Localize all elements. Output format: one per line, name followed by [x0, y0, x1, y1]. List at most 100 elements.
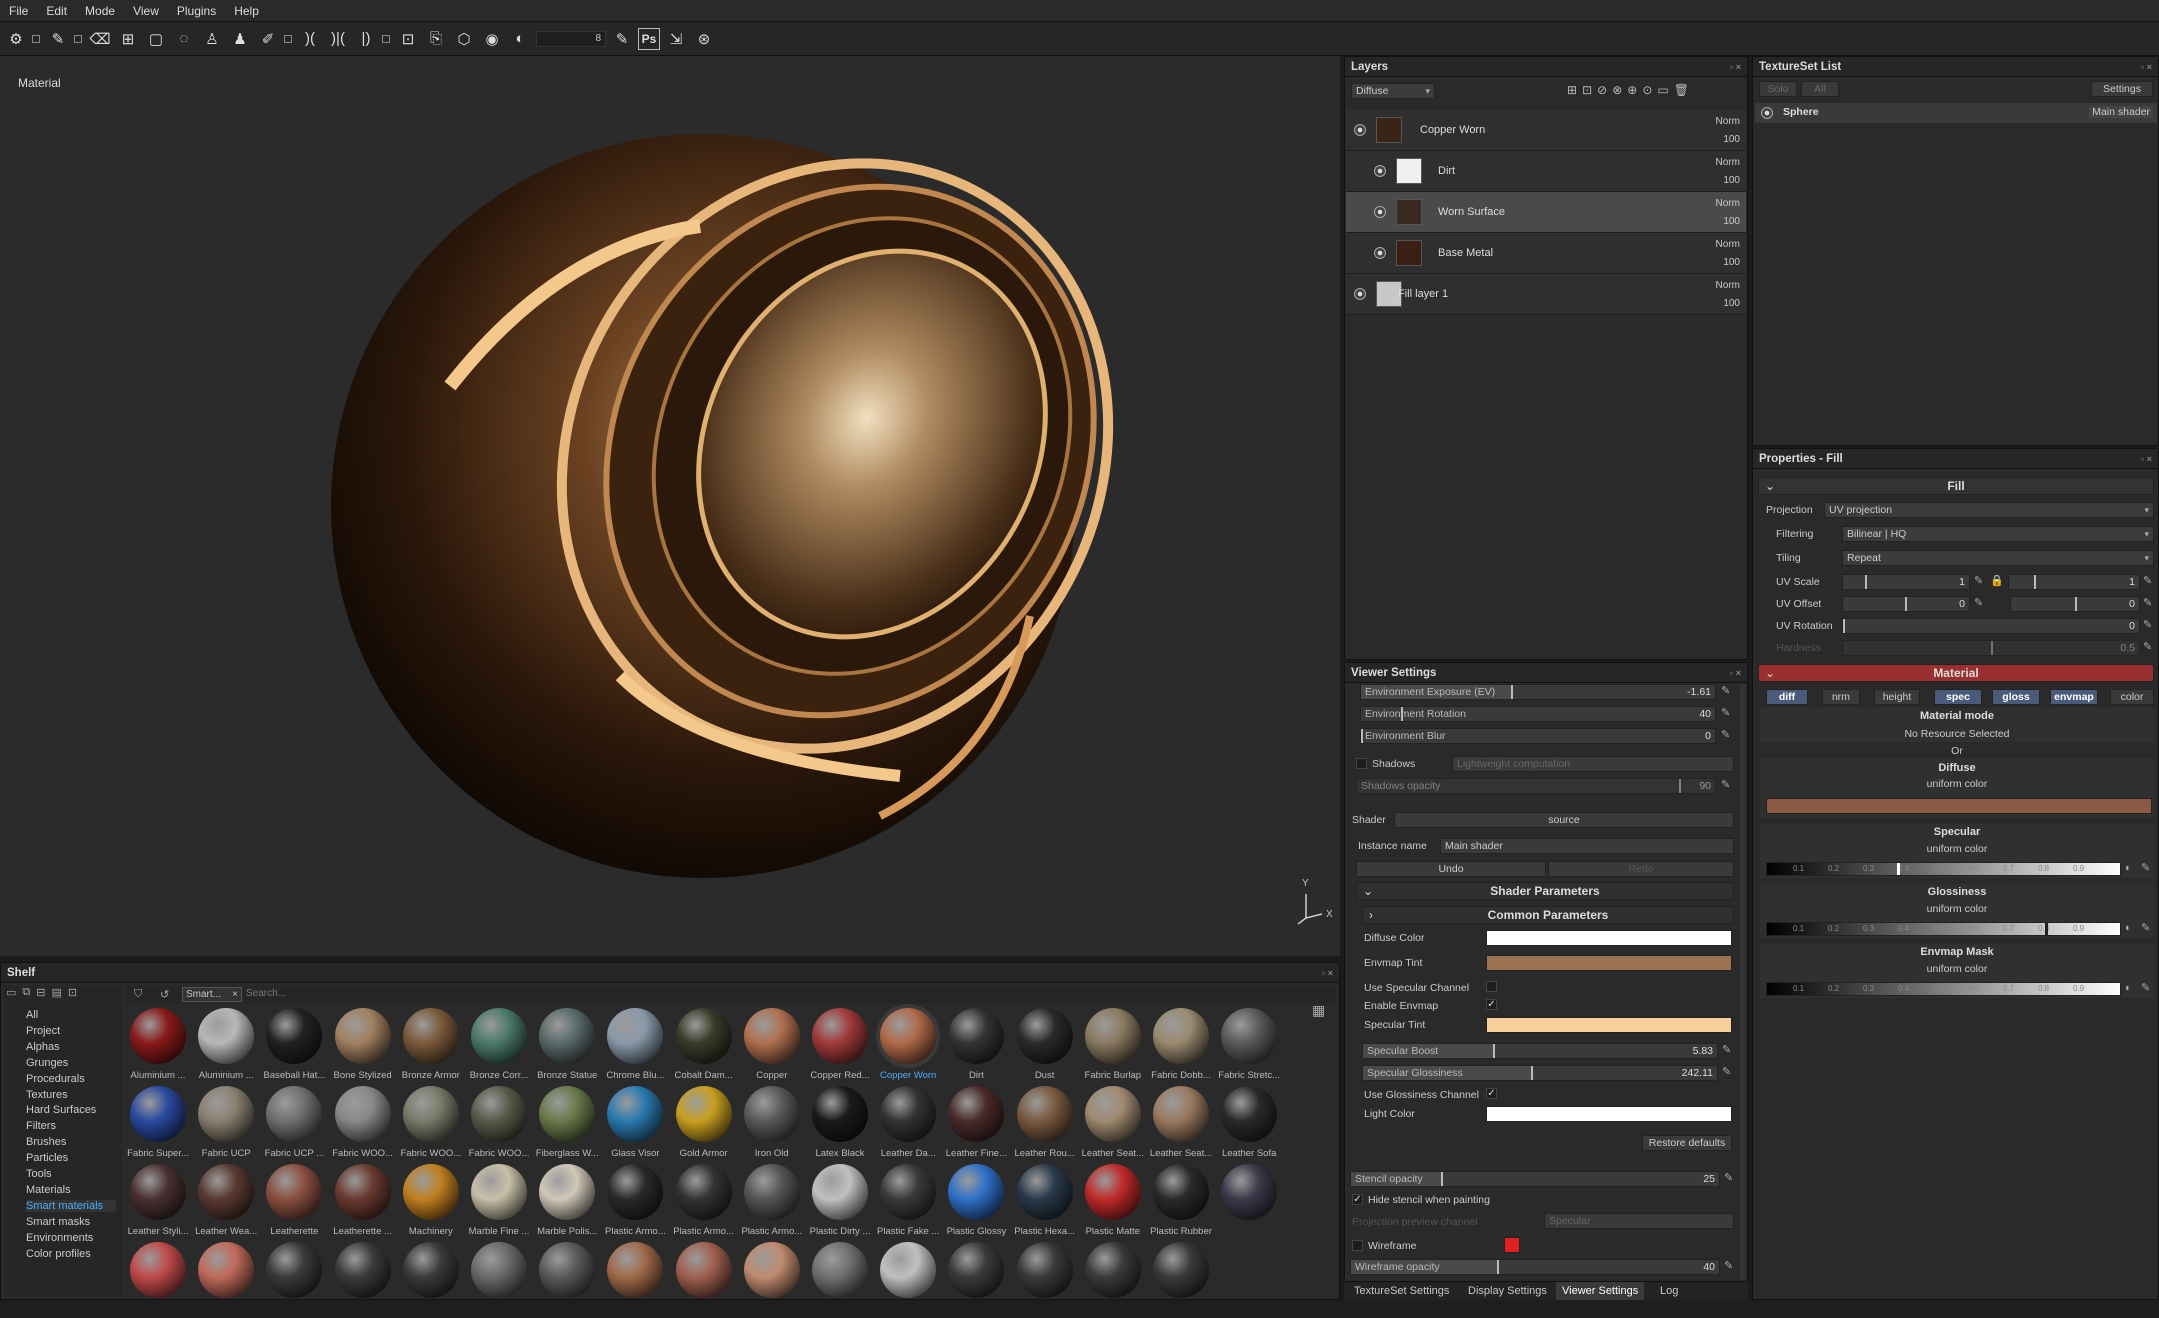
snapshot-icon[interactable]: ◉	[480, 27, 504, 51]
layer-blend-mode[interactable]: Norm	[1716, 116, 1740, 127]
shelf-category-item[interactable]: Particles	[26, 1152, 68, 1164]
add-effect-icon[interactable]: ⊡	[1582, 83, 1592, 99]
shelf-category-item[interactable]: Materials	[26, 1184, 71, 1196]
stencil-opacity-slider[interactable]: Stencil opacity 25	[1350, 1171, 1720, 1187]
fill-section-header[interactable]: ⌄ Fill	[1758, 477, 2154, 495]
material-preview-ball[interactable]	[334, 1164, 391, 1220]
material-preview-ball[interactable]	[198, 1164, 255, 1220]
material-preview-ball[interactable]	[334, 1008, 391, 1064]
material-preview-ball[interactable]	[607, 1086, 664, 1142]
folder-icon[interactable]: ▭	[6, 986, 16, 1002]
material-preview-ball[interactable]	[743, 1086, 800, 1142]
material-preview-ball[interactable]	[607, 1242, 664, 1298]
shader-parameters-header[interactable]: ⌄ Shader Parameters	[1356, 882, 1734, 900]
layer-opacity[interactable]: 100	[1723, 216, 1740, 227]
material-preview-ball[interactable]	[1084, 1086, 1141, 1142]
filter-tag[interactable]: Smart... ×	[182, 987, 242, 1002]
diffuse-color-swatch[interactable]	[1766, 798, 2152, 814]
edit-pen-icon[interactable]: ✎	[2141, 923, 2152, 934]
edit-pen-icon[interactable]: ✎	[1724, 1261, 1735, 1272]
material-preview-ball[interactable]	[198, 1242, 255, 1298]
uv-scale-v-slider[interactable]: 1	[2008, 574, 2140, 590]
material-preview-ball[interactable]	[675, 1086, 732, 1142]
shadows-opacity-slider[interactable]: Shadows opacity 90	[1356, 778, 1716, 794]
export-icon[interactable]: ⇲	[664, 27, 688, 51]
light-color-swatch[interactable]	[1486, 1106, 1732, 1122]
material-preview-ball[interactable]	[539, 1008, 596, 1064]
solo-button[interactable]: Solo	[1759, 81, 1797, 97]
material-preview-ball[interactable]	[130, 1008, 186, 1064]
material-preview-ball[interactable]	[334, 1242, 391, 1298]
layer-opacity[interactable]: 100	[1723, 175, 1740, 186]
menu-mode[interactable]: Mode	[76, 0, 124, 22]
polygon-fill-icon[interactable]: ▢	[144, 27, 168, 51]
shelf-category-item[interactable]: Tools	[26, 1168, 52, 1180]
add-group-icon[interactable]: ⊙	[1642, 83, 1652, 99]
panel-close-icon[interactable]: ▫ ×	[1322, 963, 1333, 983]
material-preview-ball[interactable]	[880, 1242, 937, 1298]
camera-frame-icon[interactable]: ⊡	[396, 27, 420, 51]
material-preview-ball[interactable]	[130, 1242, 186, 1298]
material-preview-ball[interactable]	[675, 1242, 732, 1298]
camera-icon[interactable]: ⎘	[424, 27, 448, 51]
material-preview-ball[interactable]	[266, 1008, 323, 1064]
enable-envmap-checkbox[interactable]: ✓	[1486, 999, 1497, 1010]
menu-help[interactable]: Help	[225, 0, 268, 22]
cube-icon[interactable]: ⬡	[452, 27, 476, 51]
use-specular-checkbox[interactable]	[1486, 981, 1497, 992]
hardness-slider[interactable]: 0.5	[1842, 640, 2140, 656]
shelf-category-item[interactable]: Hard Surfaces	[26, 1104, 96, 1116]
shelf-category-item[interactable]: Smart masks	[26, 1216, 90, 1228]
layer-blend-mode[interactable]: Norm	[1716, 198, 1740, 209]
eraser-icon[interactable]: ⌫	[88, 27, 112, 51]
material-section-header[interactable]: ⌄ Material	[1758, 664, 2154, 682]
visibility-icon[interactable]	[1354, 288, 1366, 300]
edit-pen-icon[interactable]: ✎	[1721, 730, 1732, 741]
edit-pen-icon[interactable]: ✎	[2143, 576, 2154, 587]
grid-view-icon[interactable]: ▦	[1312, 1002, 1325, 1019]
material-preview-ball[interactable]	[471, 1242, 527, 1298]
env-blur-slider[interactable]: Environment Blur 0	[1360, 728, 1716, 744]
restore-defaults-button[interactable]: Restore defaults	[1642, 1135, 1732, 1151]
edit-pen-icon[interactable]: ✎	[1724, 1173, 1735, 1184]
edit-pen-icon[interactable]: ✎	[2141, 863, 2152, 874]
material-preview-ball[interactable]	[1153, 1086, 1209, 1142]
shelf-category-item[interactable]: Filters	[26, 1120, 56, 1132]
layer-row[interactable]: Base Metal Norm 100	[1346, 233, 1746, 274]
menu-plugins[interactable]: Plugins	[168, 0, 225, 22]
add-fill-icon[interactable]: ⊗	[1612, 83, 1622, 99]
material-preview-ball[interactable]	[1153, 1242, 1209, 1298]
material-preview-ball[interactable]	[1084, 1164, 1141, 1220]
tool-settings-icon[interactable]: ⚙	[4, 27, 28, 51]
add-paint-layer-icon[interactable]: ⊕	[1627, 83, 1637, 99]
wireframe-opacity-slider[interactable]: Wireframe opacity 40	[1350, 1259, 1720, 1275]
layer-row[interactable]: Fill layer 1 Norm 100	[1346, 274, 1746, 315]
tool-options-icon[interactable]	[284, 34, 292, 43]
env-exposure-slider[interactable]: Environment Exposure (EV) -1.61	[1360, 684, 1716, 700]
material-preview-ball[interactable]	[812, 1008, 868, 1064]
layer-blend-mode[interactable]: Norm	[1716, 280, 1740, 291]
textureset-shader[interactable]: Main shader	[2089, 106, 2153, 118]
material-preview-ball[interactable]	[948, 1008, 1005, 1064]
tiling-select[interactable]: Repeat	[1842, 550, 2154, 566]
material-preview-ball[interactable]	[402, 1164, 459, 1220]
tab-display-settings[interactable]: Display Settings	[1468, 1285, 1547, 1297]
panel-close-icon[interactable]: ▫ ×	[2141, 57, 2152, 77]
channel-toggle-nrm[interactable]: nrm	[1822, 689, 1860, 705]
envmap-tint-swatch[interactable]	[1486, 955, 1732, 971]
brush-size-field[interactable]: 8	[536, 30, 606, 47]
tool-options-icon[interactable]	[32, 34, 40, 43]
edit-pen-icon[interactable]: ✎	[1974, 576, 1985, 587]
tab-log[interactable]: Log	[1660, 1285, 1678, 1297]
channel-toggle-envmap[interactable]: envmap	[2050, 689, 2098, 705]
material-picker-icon[interactable]: ♟	[228, 27, 252, 51]
shelf-category-item[interactable]: Textures	[26, 1089, 68, 1101]
layer-mask-icon[interactable]: ⊞	[1567, 83, 1577, 99]
material-preview-ball[interactable]	[675, 1008, 732, 1064]
material-preview-ball[interactable]	[539, 1164, 596, 1220]
layer-row[interactable]: Worn Surface Norm 100	[1346, 192, 1746, 233]
projection-icon[interactable]: ⊞	[116, 27, 140, 51]
edit-pen-icon[interactable]: ✎	[2143, 598, 2154, 609]
contrast-icon[interactable]: ◐	[2125, 983, 2136, 994]
material-preview-ball[interactable]	[471, 1008, 527, 1064]
